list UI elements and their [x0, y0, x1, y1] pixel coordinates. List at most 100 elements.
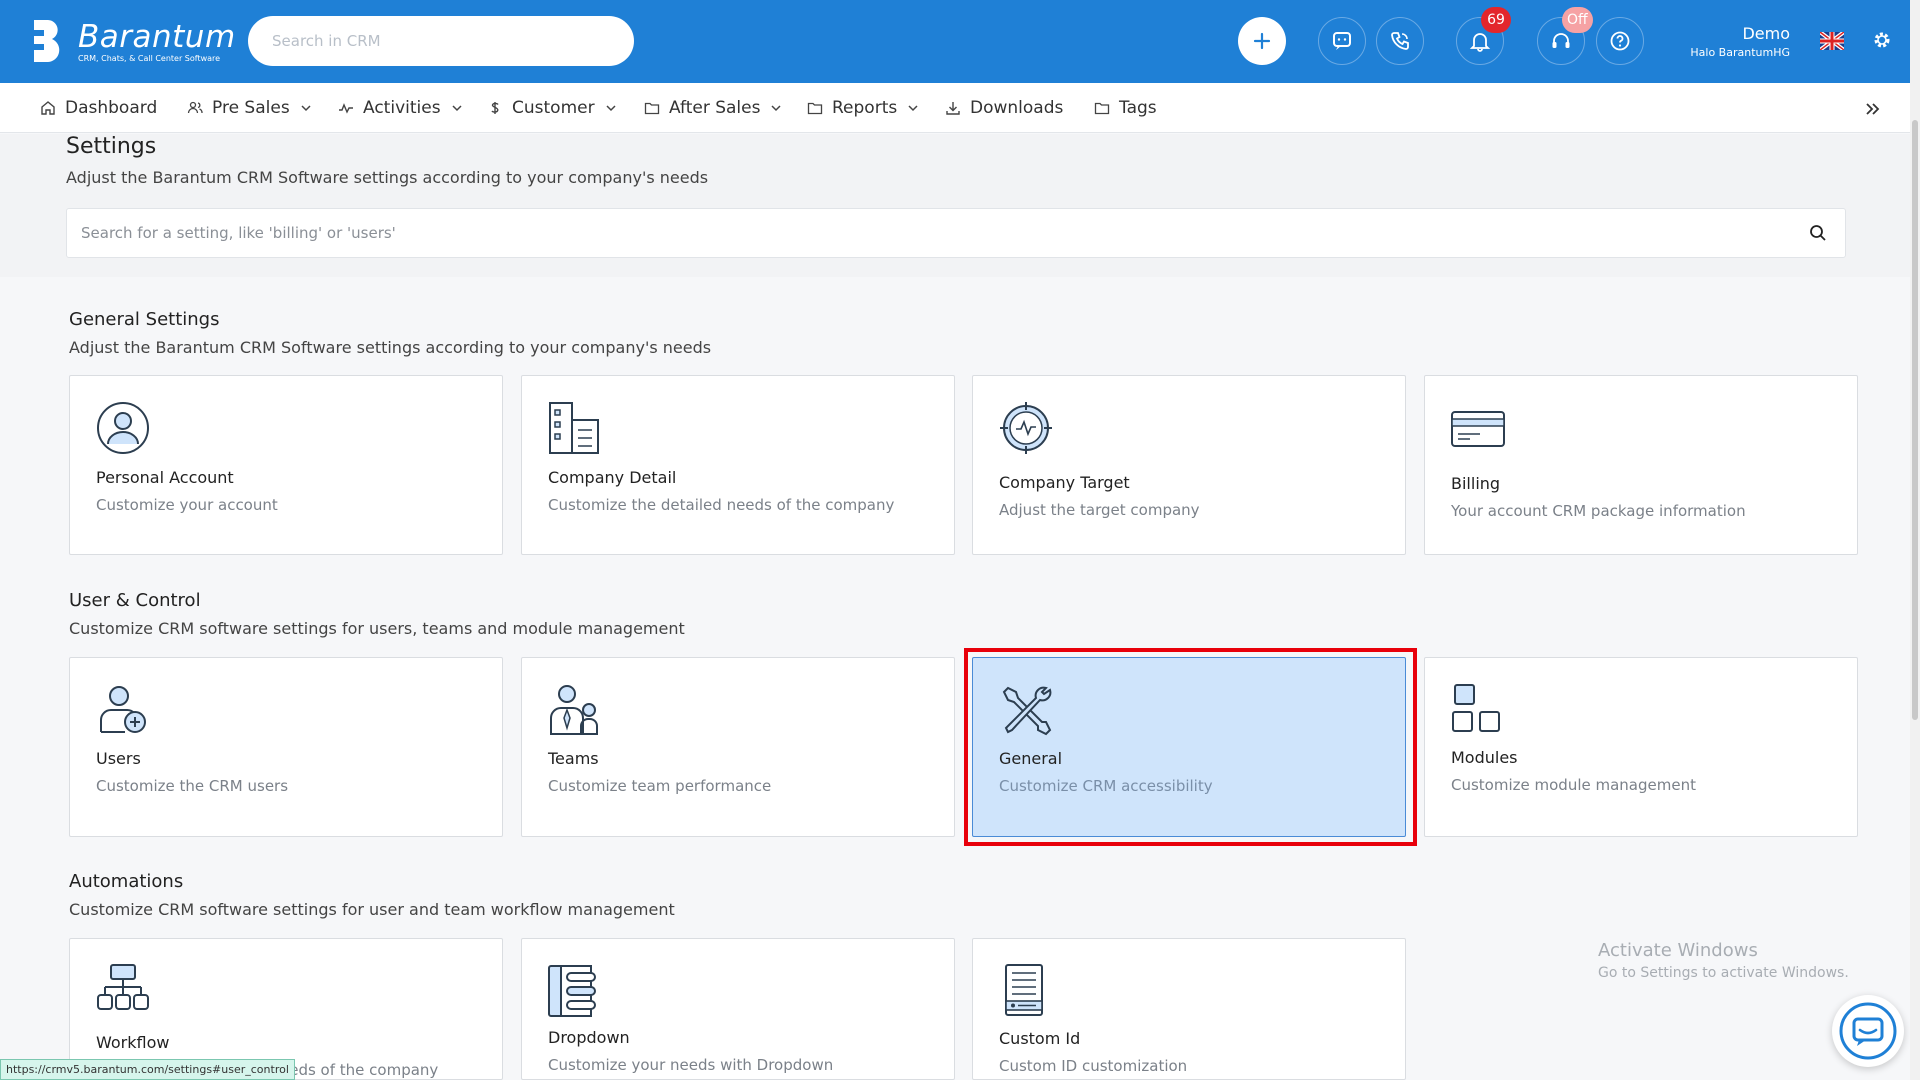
card-title: Users	[96, 749, 141, 768]
brand-logo[interactable]: Barantum CRM, Chats, & Call Center Softw…	[28, 18, 236, 64]
chat-support-icon	[1839, 1002, 1897, 1060]
selection-highlight	[964, 648, 1417, 846]
card-description: Customize team performance	[548, 777, 772, 795]
nav-item-pre-sales[interactable]: Pre Sales	[187, 83, 312, 133]
chat-bubble-icon	[1333, 32, 1351, 50]
chat-button[interactable]	[1318, 17, 1366, 65]
card-description: eeds of the company	[280, 1061, 439, 1079]
user-add-icon	[100, 686, 146, 733]
activity-icon	[339, 103, 353, 114]
user-company: Halo BarantumHG	[1690, 46, 1790, 59]
brand-name: Barantum	[78, 18, 236, 55]
user-name: Demo	[1742, 24, 1790, 43]
team-icon	[550, 685, 598, 735]
nav-item-after-sales[interactable]: After Sales	[644, 83, 782, 133]
nav-label: Downloads	[970, 98, 1064, 118]
card-description: Custom ID customization	[999, 1057, 1188, 1075]
nav-label: Activities	[363, 98, 441, 118]
headset-icon	[1552, 33, 1570, 48]
phone-icon	[1391, 32, 1409, 50]
bell-icon	[1469, 33, 1491, 52]
live-chat-button[interactable]	[1832, 995, 1904, 1067]
card-title: Custom Id	[999, 1029, 1081, 1048]
card-title: Dropdown	[548, 1028, 630, 1047]
scrollbar-thumb[interactable]	[1912, 120, 1918, 720]
card-title: Company Detail	[548, 468, 677, 487]
nav-label: Tags	[1119, 98, 1157, 118]
dollar-icon	[491, 102, 499, 114]
chevron-down-icon	[606, 105, 616, 112]
settings-search-input[interactable]	[67, 209, 1767, 257]
uk-flag-icon[interactable]	[1820, 32, 1844, 50]
card-description: Customize your account	[96, 496, 278, 514]
card-title: Company Target	[999, 473, 1130, 492]
folder-icon	[644, 102, 660, 115]
card-title: Workflow	[96, 1033, 170, 1052]
chevron-down-icon	[301, 105, 311, 112]
id-card-icon	[1005, 964, 1043, 1016]
card-teams[interactable]: Teams Customize team performance	[521, 657, 955, 837]
card-dropdown[interactable]: Dropdown Customize your needs with Dropd…	[521, 938, 955, 1080]
workflow-icon	[97, 964, 149, 1010]
chevron-down-icon	[908, 105, 918, 112]
plus-icon	[1253, 32, 1271, 50]
card-users[interactable]: Users Customize the CRM users	[69, 657, 503, 837]
card-custom-id[interactable]: Custom Id Custom ID customization	[972, 938, 1406, 1080]
card-description: Customize module management	[1451, 776, 1696, 794]
chevron-down-icon	[452, 105, 462, 112]
building-icon	[549, 402, 599, 454]
chevron-down-icon	[771, 105, 782, 112]
add-button[interactable]	[1238, 17, 1286, 65]
section-title: Automations	[69, 871, 184, 892]
nav-label: Reports	[832, 98, 898, 118]
double-chevron-right-icon[interactable]	[1862, 99, 1882, 119]
modules-icon	[1452, 684, 1500, 732]
section-title: General Settings	[69, 309, 220, 330]
nav-item-reports[interactable]: Reports	[807, 83, 919, 133]
card-title: Modules	[1451, 748, 1518, 767]
dropdown-icon	[548, 965, 596, 1017]
card-billing[interactable]: Billing Your account CRM package informa…	[1424, 375, 1858, 555]
nav-item-downloads[interactable]: Downloads	[945, 83, 1063, 133]
card-company-detail[interactable]: Company Detail Customize the detailed ne…	[521, 375, 955, 555]
user-circle-icon	[97, 402, 149, 454]
nav-label: Dashboard	[65, 98, 158, 118]
brand-tagline: CRM, Chats, & Call Center Software	[78, 53, 221, 63]
search-icon[interactable]	[1809, 224, 1827, 242]
nav-label: After Sales	[669, 98, 761, 118]
nav-item-dashboard[interactable]: Dashboard	[40, 83, 157, 133]
windows-watermark-title: Activate Windows	[1598, 940, 1758, 961]
nav-label: Customer	[512, 98, 595, 118]
folder-icon	[1094, 102, 1110, 115]
crm-search-input[interactable]	[248, 16, 634, 66]
section-subtitle: Customize CRM software settings for user…	[69, 900, 675, 919]
help-button[interactable]	[1596, 17, 1644, 65]
notifications-badge: 69	[1481, 7, 1511, 33]
gear-icon[interactable]	[1872, 30, 1892, 50]
card-description: Adjust the target company	[999, 501, 1200, 519]
section-subtitle: Customize CRM software settings for user…	[69, 619, 685, 638]
user-menu[interactable]: Demo Halo BarantumHG	[1660, 24, 1790, 59]
card-title: Teams	[548, 749, 599, 768]
nav-item-activities[interactable]: Activities	[338, 83, 463, 133]
nav-item-customer[interactable]: Customer	[487, 83, 617, 133]
support-button[interactable]: Off	[1537, 7, 1593, 65]
home-icon	[41, 101, 55, 115]
help-icon	[1610, 31, 1630, 51]
section-title: User & Control	[69, 590, 201, 611]
notifications-button[interactable]: 69	[1456, 7, 1511, 65]
card-description: Customize your needs with Dropdown	[548, 1056, 834, 1074]
page-title: Settings	[66, 134, 157, 159]
settings-header: Settings Adjust the Barantum CRM Softwar…	[0, 134, 1910, 277]
call-button[interactable]	[1376, 17, 1424, 65]
credit-card-icon	[1451, 411, 1505, 447]
card-company-target[interactable]: Company Target Adjust the target company	[972, 375, 1406, 555]
card-description: Customize the detailed needs of the comp…	[548, 496, 895, 514]
barantum-logo-icon	[30, 20, 60, 62]
windows-watermark-subtitle: Go to Settings to activate Windows.	[1598, 965, 1849, 981]
folder-icon	[807, 102, 823, 115]
nav-item-tags[interactable]: Tags	[1094, 83, 1157, 133]
top-bar: Barantum CRM, Chats, & Call Center Softw…	[0, 0, 1910, 83]
card-modules[interactable]: Modules Customize module management	[1424, 657, 1858, 837]
card-personal-account[interactable]: Personal Account Customize your account	[69, 375, 503, 555]
